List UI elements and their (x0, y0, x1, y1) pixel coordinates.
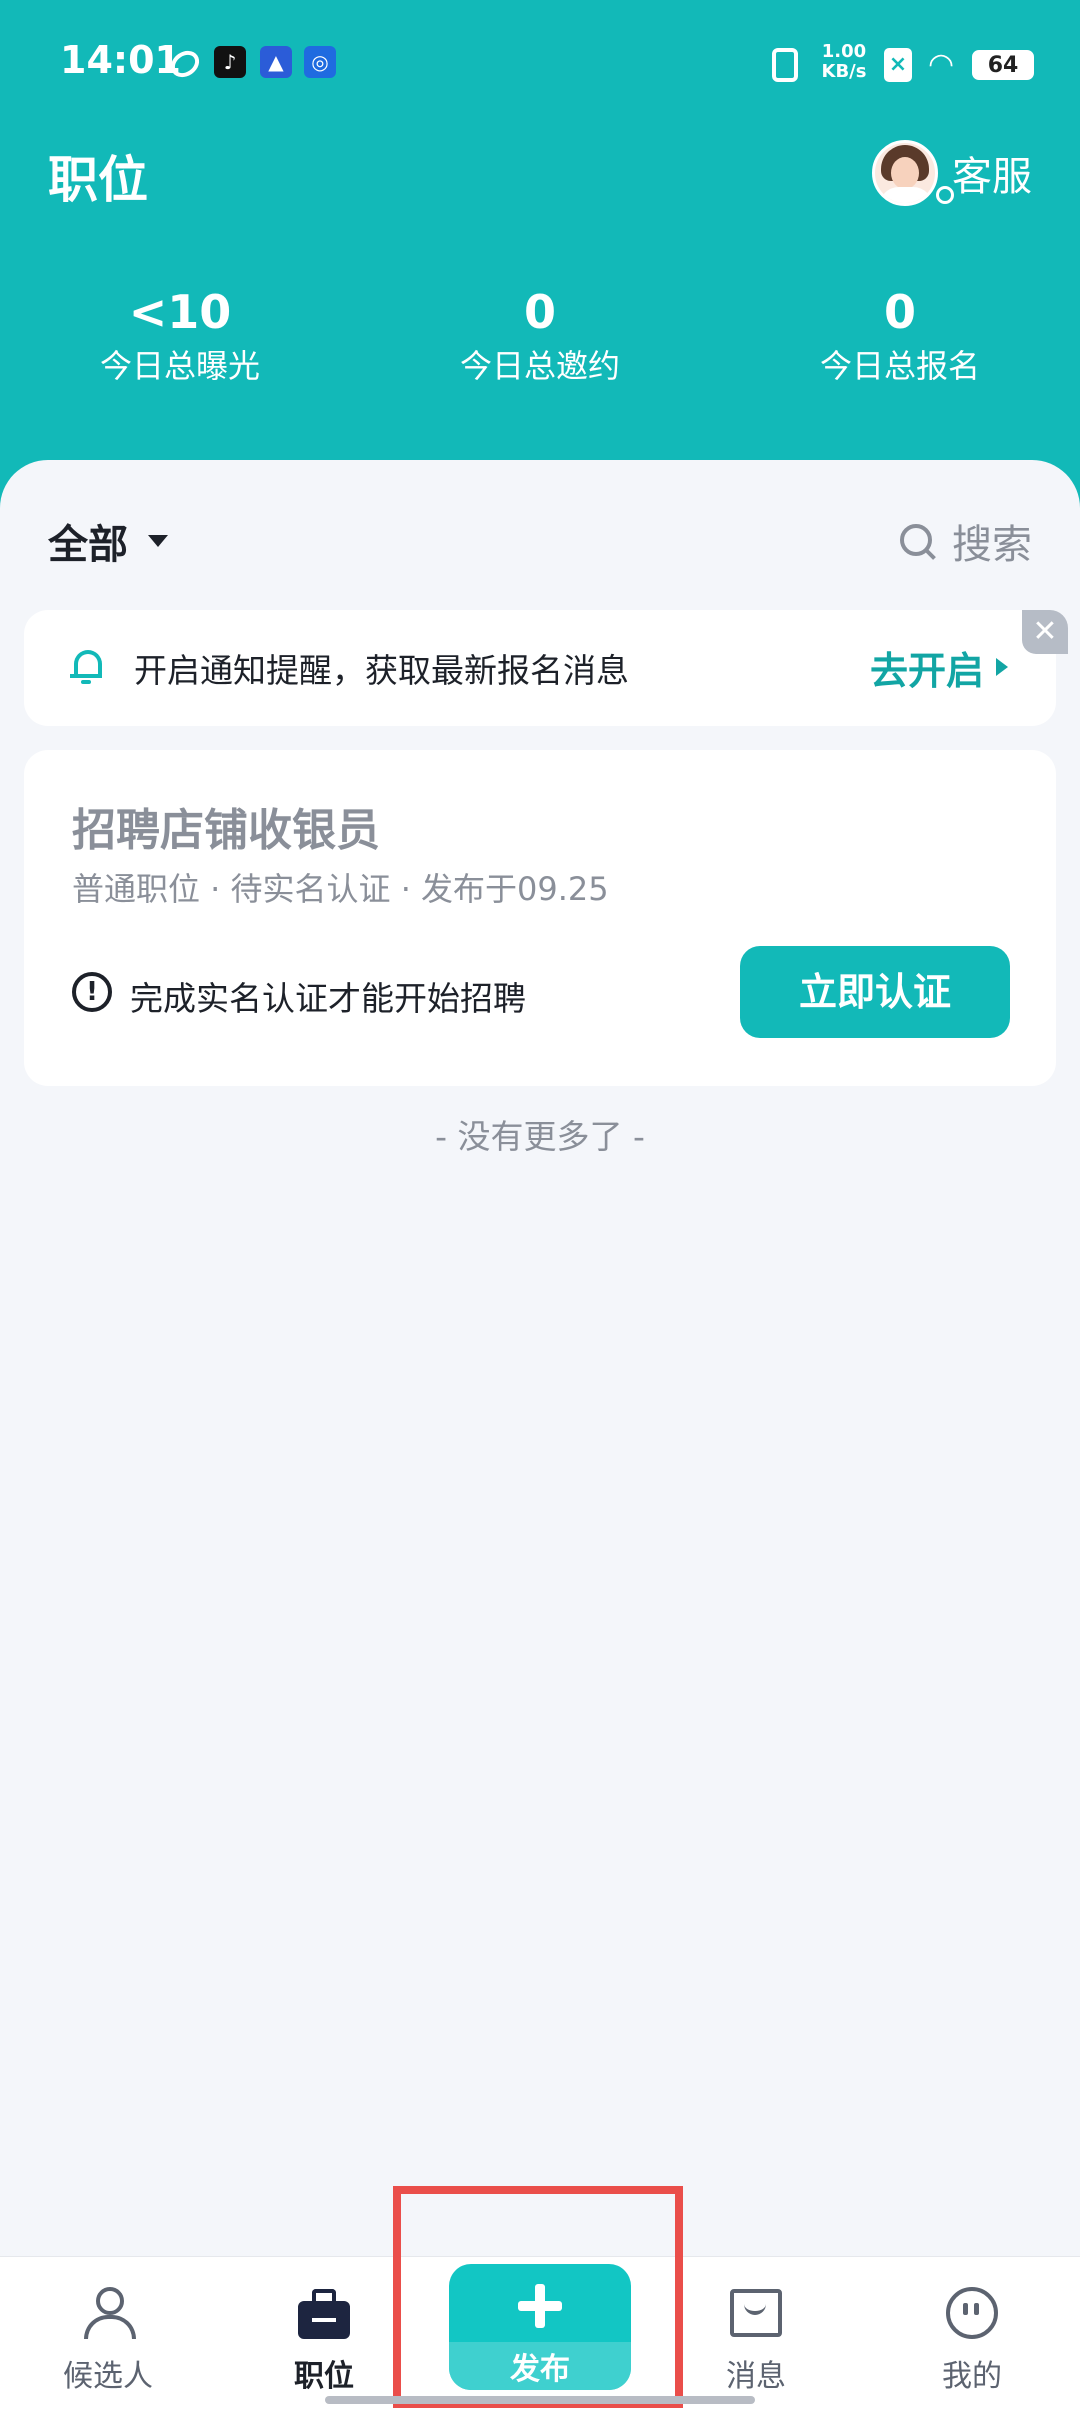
filter-label: 全部 (48, 522, 128, 568)
close-icon[interactable]: ✕ (1022, 610, 1068, 654)
person-icon (80, 2285, 136, 2341)
warning-icon: ! (72, 972, 112, 1012)
wifi-icon: ◠ (928, 47, 955, 82)
publish-button[interactable]: 发布 (449, 2264, 631, 2390)
tab-jobs[interactable]: 职位 (234, 2257, 414, 2409)
app-circle-icon: ◎ (304, 46, 336, 78)
stat-invites[interactable]: 0 今日总邀约 (360, 284, 720, 388)
tab-label: 职位 (294, 2359, 354, 2394)
publish-label: 发布 (510, 2353, 570, 2386)
enable-notifications-link[interactable]: 去开启 (870, 640, 984, 695)
tiktok-icon: ♪ (214, 46, 246, 78)
x-app-icon: × (884, 48, 912, 82)
chevron-right-icon (996, 658, 1008, 676)
search-button[interactable]: 搜索 (900, 512, 1032, 570)
tab-label: 我的 (942, 2359, 1002, 2394)
page-title: 职位 (48, 151, 148, 209)
list-end-text: - 没有更多了 - (435, 1117, 645, 1156)
verify-now-button[interactable]: 立即认证 (740, 946, 1010, 1038)
stat-label: 今日总邀约 (459, 347, 620, 385)
tab-me[interactable]: 我的 (882, 2257, 1062, 2409)
network-speed: 1.00 KB/s (821, 41, 867, 82)
search-icon (900, 524, 936, 560)
stat-exposure[interactable]: <10 今日总曝光 (0, 284, 360, 388)
bank-icon: ▲ (260, 46, 292, 78)
search-label: 搜索 (952, 522, 1032, 568)
stat-signups[interactable]: 0 今日总报名 (720, 284, 1080, 388)
message-icon (728, 2285, 784, 2341)
job-title: 招聘店铺收银员 (72, 805, 380, 856)
stat-value: 0 (883, 285, 916, 339)
status-time: 14:01 (60, 38, 181, 82)
avatar (872, 140, 938, 206)
stat-value: <10 (128, 285, 232, 339)
status-bar: 14:01 ♪ ▲ ◎ 1.00 KB/s × ◠ 64 (0, 0, 1080, 128)
briefcase-icon (296, 2285, 352, 2341)
bell-icon (70, 650, 102, 684)
stats-row: <10 今日总曝光 0 今日总邀约 0 今日总报名 (0, 284, 1080, 388)
stat-label: 今日总报名 (819, 347, 980, 385)
home-indicator (325, 2396, 755, 2404)
notice-text: 开启通知提醒，获取最新报名消息 (134, 651, 629, 690)
battery-icon: 64 (972, 50, 1034, 80)
caret-down-icon (148, 535, 168, 547)
notification-banner: 开启通知提醒，获取最新报名消息 去开启 ✕ (24, 610, 1068, 726)
vibrate-icon (772, 48, 798, 82)
job-card[interactable]: 招聘店铺收银员 普通职位 · 待实名认证 · 发布于09.25 ! 完成实名认证… (24, 750, 1056, 1086)
tab-candidates[interactable]: 候选人 (18, 2257, 198, 2409)
customer-service-label: 客服 (952, 154, 1032, 200)
warning-text: 完成实名认证才能开始招聘 (130, 979, 526, 1018)
job-meta: 普通职位 · 待实名认证 · 发布于09.25 (72, 870, 609, 908)
stat-label: 今日总曝光 (99, 347, 260, 385)
online-status-dot (936, 186, 954, 204)
customer-service-button[interactable]: 客服 (872, 138, 1032, 208)
profile-face-icon (944, 2285, 1000, 2341)
tab-messages[interactable]: 消息 (666, 2257, 846, 2409)
tab-label: 候选人 (63, 2359, 153, 2394)
tab-label: 消息 (726, 2359, 786, 2394)
stat-value: 0 (523, 285, 556, 339)
content-panel: 全部 搜索 开启通知提醒，获取最新报名消息 去开启 ✕ 招聘店铺收银员 普通职位… (0, 460, 1080, 2260)
filter-dropdown[interactable]: 全部 (48, 512, 168, 570)
